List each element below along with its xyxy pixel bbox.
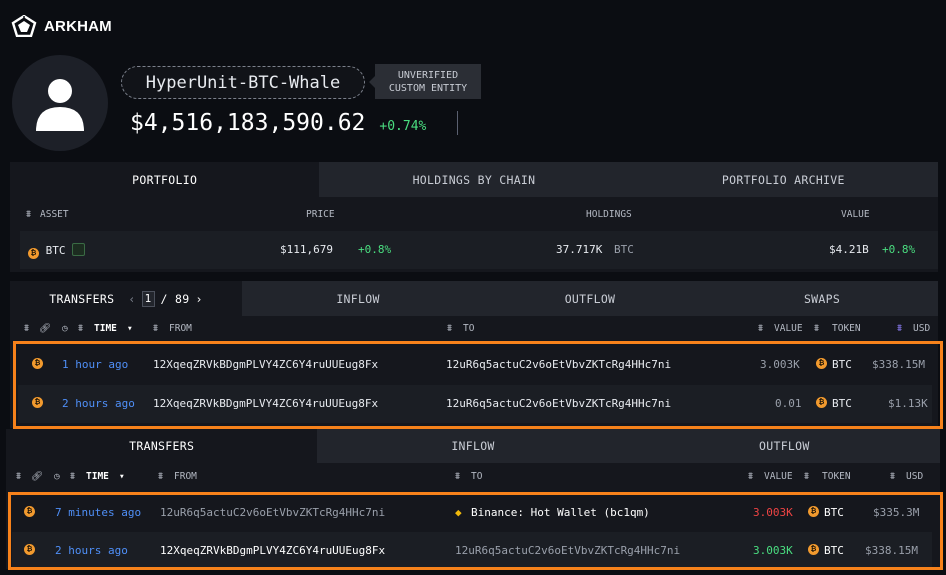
badge-line-1: UNVERIFIED [397, 69, 459, 81]
portfolio-row[interactable]: ₿ BTC $111,679 +0.8% 37.717K BTC $4.21B … [20, 231, 938, 269]
col-value[interactable]: VALUE [774, 323, 803, 334]
asset-price: $111,679 [280, 243, 333, 256]
portfolio-header: ⩩ ASSET PRICE HOLDINGS VALUE [10, 197, 938, 231]
tab-portfolio-archive[interactable]: PORTFOLIO ARCHIVE [628, 162, 938, 197]
tab-inflow[interactable]: INFLOW [242, 281, 474, 316]
filter-icon[interactable]: ⩩ [758, 323, 763, 334]
filter-icon[interactable]: ⩩ [814, 323, 819, 334]
brand-name: ARKHAM [44, 17, 112, 35]
sort-down-icon[interactable]: ▾ [127, 323, 133, 334]
tab-transfers-label: TRANSFERS [49, 291, 115, 306]
col-from[interactable]: FROM [174, 471, 197, 482]
filter-icon[interactable]: ⩩ [804, 471, 809, 482]
value-change: +0.8% [882, 243, 916, 256]
col-token[interactable]: TOKEN [832, 323, 861, 334]
transfers-tabs-top: TRANSFERS ‹ 1 / 89 › INFLOW OUTFLOW SWAP… [10, 281, 938, 316]
chevron-right-icon[interactable]: › [195, 292, 202, 306]
filter-icon[interactable]: ⩩ [455, 471, 460, 482]
divider [457, 111, 458, 135]
entity-avatar [12, 55, 108, 151]
portfolio-panel: PORTFOLIO HOLDINGS BY CHAIN PORTFOLIO AR… [10, 162, 938, 272]
filter-icon[interactable]: ⩩ [26, 209, 31, 220]
filter-icon[interactable]: ⩩ [24, 323, 29, 334]
col-value[interactable]: VALUE [841, 209, 870, 220]
clock-icon[interactable]: ◷ [62, 323, 68, 334]
page-total: / 89 [160, 291, 190, 306]
filter-icon[interactable]: ⩩ [447, 323, 452, 334]
sort-down-icon[interactable]: ▾ [119, 471, 125, 482]
col-value[interactable]: VALUE [764, 471, 793, 482]
entity-value-line: $4,516,183,590.62 +0.74% [130, 110, 426, 136]
tab-swaps[interactable]: SWAPS [706, 281, 938, 316]
filter-icon[interactable]: ⩩ [748, 471, 753, 482]
link-icon[interactable]: 🔗︎ [39, 323, 51, 334]
tab-inflow[interactable]: INFLOW [317, 429, 629, 463]
asset-value: $4.21B [829, 243, 869, 256]
transfers-pager: TRANSFERS ‹ 1 / 89 › [49, 290, 202, 307]
tab-outflow[interactable]: OUTFLOW [474, 281, 706, 316]
transfers-tabs-bottom: TRANSFERS INFLOW OUTFLOW [6, 429, 940, 463]
chevron-left-icon[interactable]: ‹ [128, 292, 135, 306]
clock-icon[interactable]: ◷ [54, 471, 60, 482]
chart-icon[interactable] [72, 243, 86, 256]
tab-portfolio[interactable]: PORTFOLIO [10, 162, 320, 197]
entity-name[interactable]: HyperUnit-BTC-Whale [121, 66, 365, 99]
col-token[interactable]: TOKEN [822, 471, 851, 482]
link-icon[interactable]: 🔗︎ [31, 471, 43, 482]
arkham-logo[interactable]: ARKHAM [11, 15, 112, 37]
col-from[interactable]: FROM [169, 323, 192, 334]
col-to[interactable]: TO [471, 471, 482, 482]
asset-name: BTC [45, 244, 66, 257]
filter-icon[interactable]: ⩩ [70, 471, 75, 482]
user-silhouette-icon [36, 79, 84, 131]
col-asset[interactable]: ASSET [40, 209, 69, 220]
filter-icon[interactable]: ⩩ [158, 471, 163, 482]
highlight-box-bottom [8, 492, 943, 570]
highlight-box-top [13, 341, 943, 429]
entity-total-value: $4,516,183,590.62 [130, 110, 366, 136]
btc-icon: ₿ [28, 248, 39, 259]
page-input[interactable]: 1 [141, 290, 155, 307]
portfolio-tabs: PORTFOLIO HOLDINGS BY CHAIN PORTFOLIO AR… [10, 162, 938, 197]
tab-holdings-by-chain[interactable]: HOLDINGS BY CHAIN [319, 162, 629, 197]
col-time[interactable]: TIME [94, 323, 117, 334]
asset-holdings: 37.717K [556, 243, 603, 256]
col-holdings[interactable]: HOLDINGS [586, 209, 632, 220]
col-usd[interactable]: USD [906, 471, 923, 482]
price-change: +0.8% [358, 243, 392, 256]
col-usd[interactable]: USD [913, 323, 930, 334]
holdings-unit: BTC [614, 243, 634, 256]
col-time[interactable]: TIME [86, 471, 109, 482]
tab-transfers[interactable]: TRANSFERS [6, 429, 318, 463]
unverified-badge: UNVERIFIED CUSTOM ENTITY [369, 64, 481, 99]
tab-outflow[interactable]: OUTFLOW [628, 429, 940, 463]
filter-icon[interactable]: ⩩ [890, 471, 895, 482]
filter-icon[interactable]: ⩩ [16, 471, 21, 482]
badge-line-2: CUSTOM ENTITY [388, 82, 468, 94]
entity-change: +0.74% [379, 119, 427, 134]
tab-transfers[interactable]: TRANSFERS ‹ 1 / 89 › [10, 281, 242, 316]
filter-icon[interactable]: ⩩ [153, 323, 158, 334]
arkham-logo-icon [11, 15, 37, 37]
asset-cell: ₿ BTC [28, 243, 86, 259]
filter-icon[interactable]: ⩩ [897, 323, 902, 334]
col-price[interactable]: PRICE [306, 209, 335, 220]
filter-icon[interactable]: ⩩ [78, 323, 83, 334]
col-to[interactable]: TO [463, 323, 474, 334]
